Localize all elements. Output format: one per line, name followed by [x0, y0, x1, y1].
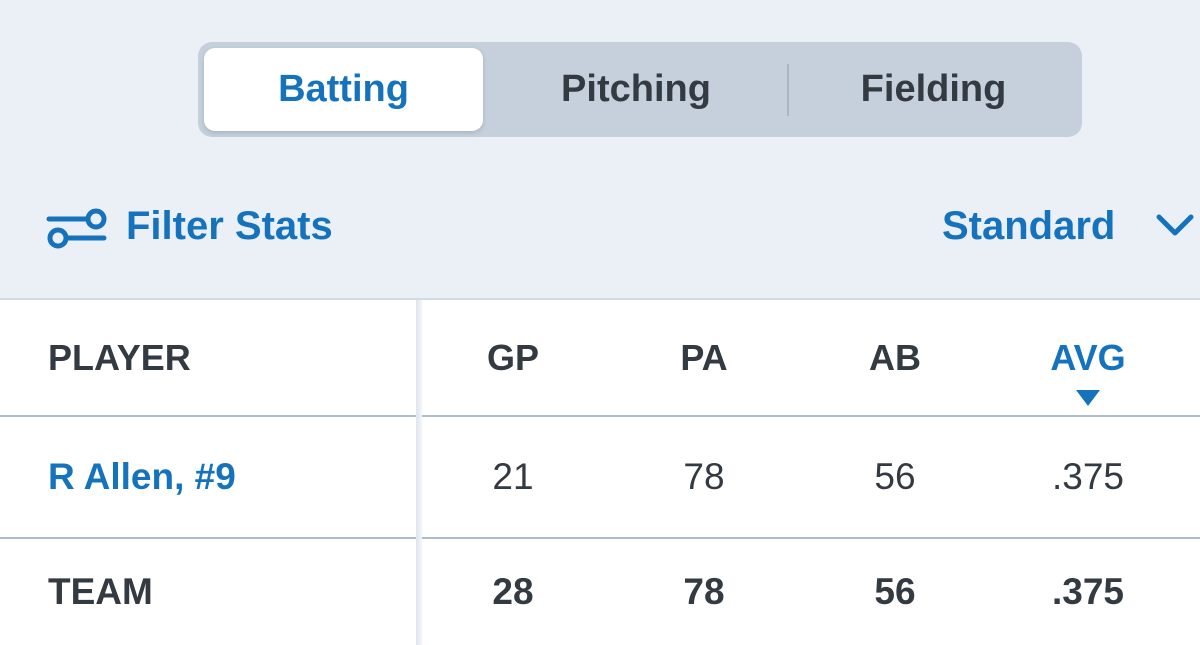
team-avg-cell: .375	[1051, 571, 1124, 612]
filter-stats-button[interactable]: Filter Stats	[46, 196, 333, 256]
player-name-link[interactable]: R Allen, #9	[48, 456, 236, 498]
team-totals-row: TEAM 28 78 56 .375	[0, 539, 1200, 645]
stat-view-selected-value: Standard	[942, 203, 1116, 248]
table-header-row: PLAYER GP PA AB AVG	[0, 300, 1200, 417]
team-ab-cell: 56	[874, 571, 916, 612]
tab-batting[interactable]: Batting	[204, 48, 483, 131]
chevron-down-icon	[1156, 214, 1194, 236]
stats-table: PLAYER GP PA AB AVG R Allen, #9 21 78 56…	[0, 298, 1200, 645]
frozen-column-divider	[416, 300, 422, 645]
filter-stats-label: Filter Stats	[126, 203, 333, 248]
gp-cell: 21	[492, 456, 534, 497]
column-header-player[interactable]: PLAYER	[48, 300, 191, 415]
pa-cell: 78	[683, 456, 725, 497]
avg-cell: .375	[1051, 456, 1124, 497]
tab-fielding[interactable]: Fielding	[791, 48, 1076, 131]
team-label: TEAM	[48, 571, 153, 612]
table-row: R Allen, #9 21 78 56 .375	[0, 417, 1200, 539]
stats-header-area: Batting Pitching Fielding Filter Stats S…	[0, 0, 1200, 300]
team-gp-cell: 28	[492, 571, 534, 612]
sort-descending-icon	[1076, 390, 1100, 406]
column-header-pa[interactable]: PA	[644, 300, 764, 415]
filter-sliders-icon	[46, 208, 107, 249]
ab-cell: 56	[874, 456, 916, 497]
column-header-ab[interactable]: AB	[835, 300, 955, 415]
segment-divider	[787, 64, 789, 116]
team-pa-cell: 78	[683, 571, 725, 612]
stat-view-select[interactable]: Standard	[942, 196, 1195, 256]
column-header-gp[interactable]: GP	[453, 300, 573, 415]
stats-category-segmented-control: Batting Pitching Fielding	[198, 42, 1082, 137]
tab-pitching[interactable]: Pitching	[491, 48, 781, 131]
player-cell: R Allen, #9	[48, 417, 236, 537]
